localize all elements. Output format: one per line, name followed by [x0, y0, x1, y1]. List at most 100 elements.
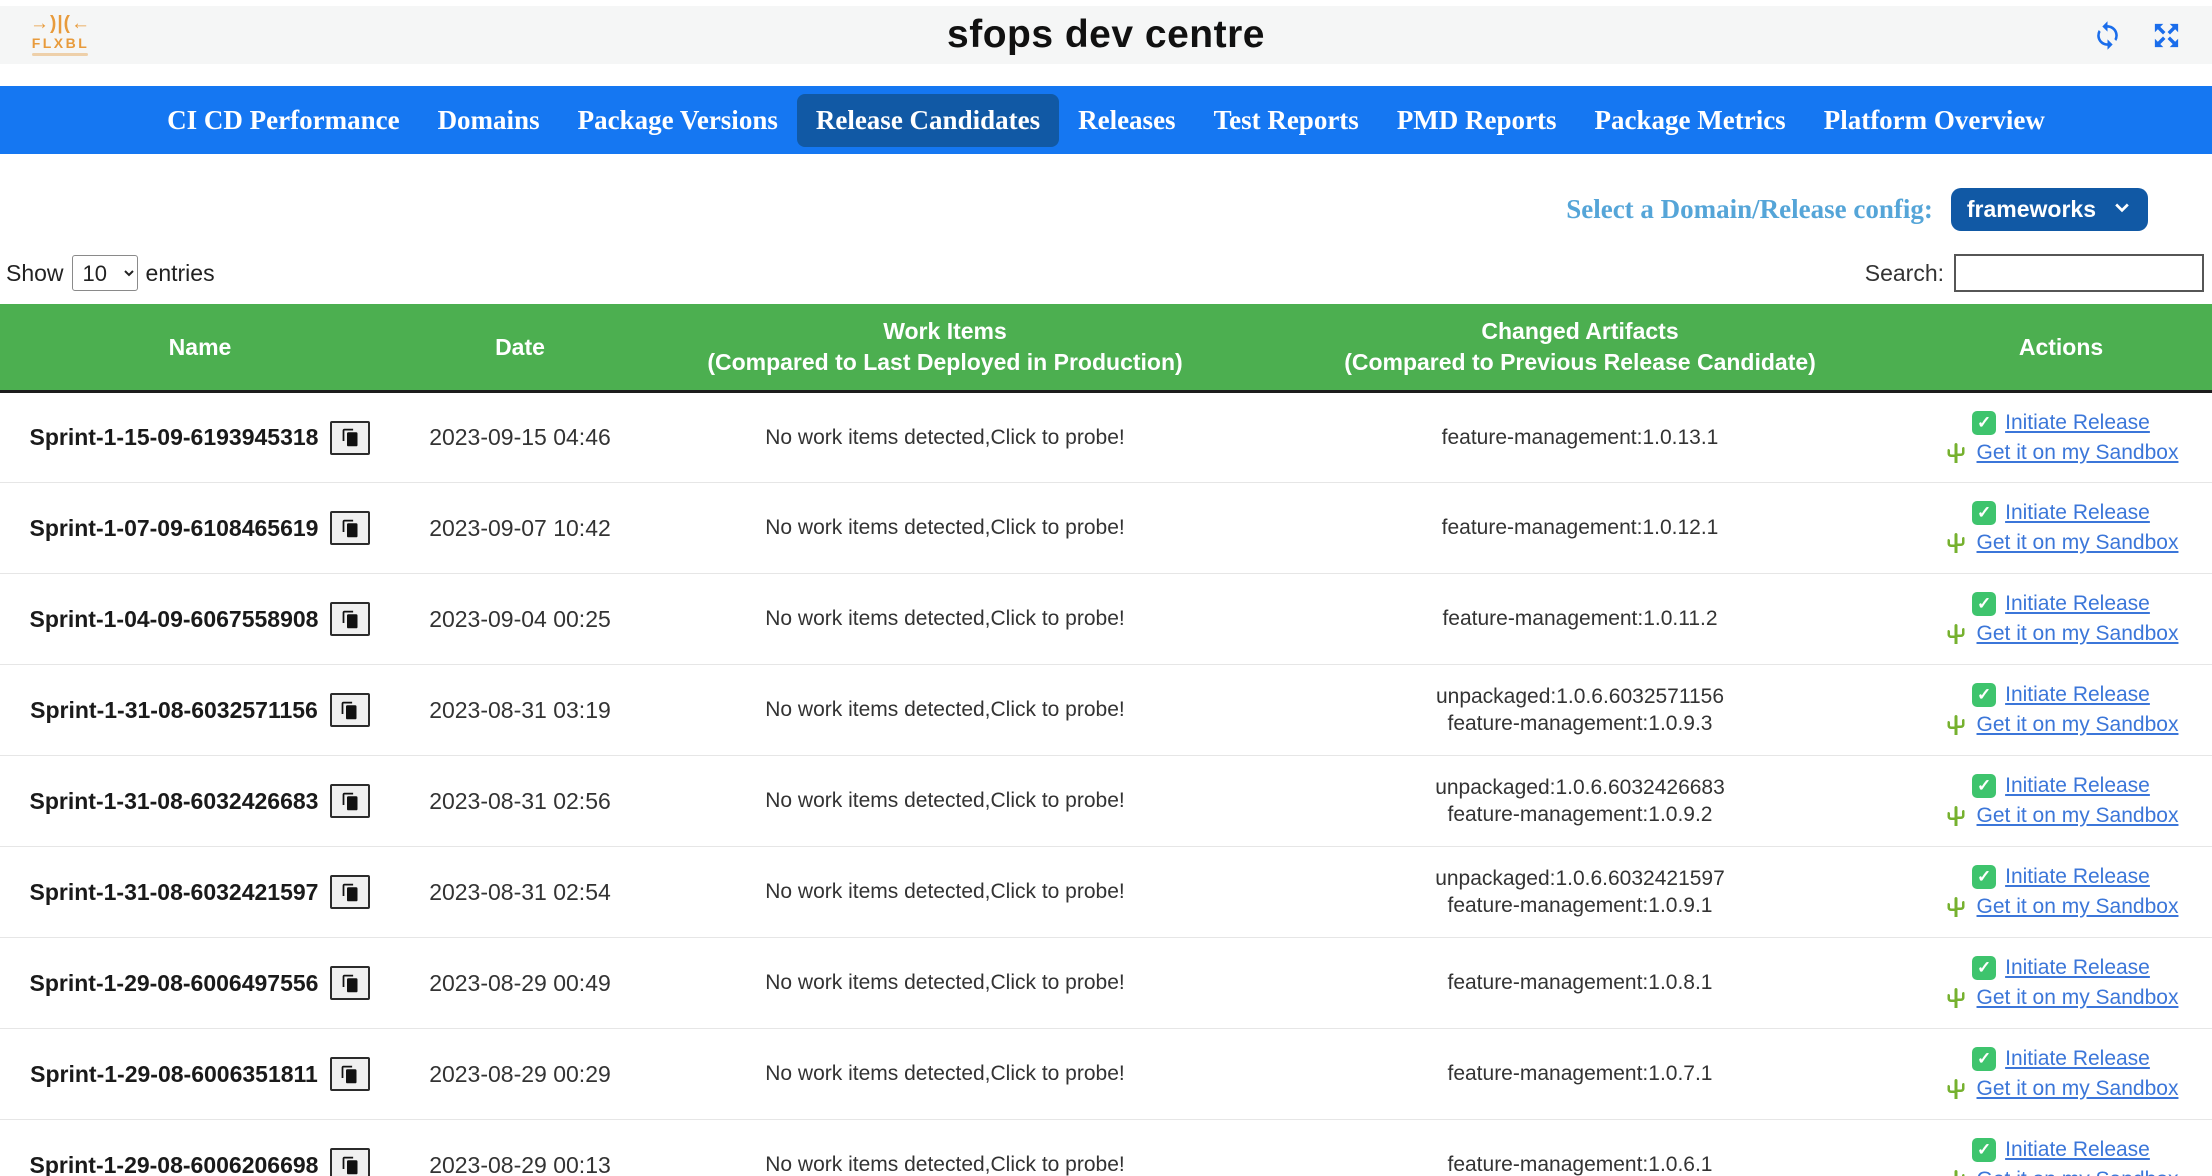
show-label: Show	[6, 260, 64, 287]
work-items-probe[interactable]: No work items detected,Click to probe!	[640, 483, 1250, 574]
initiate-release-link[interactable]: Initiate Release	[2005, 956, 2150, 980]
search-input[interactable]	[1954, 254, 2204, 292]
check-icon: ✓	[1972, 592, 1996, 616]
table-row: Sprint-1-29-08-6006497556 2023-08-29 00:…	[0, 938, 2212, 1029]
copy-icon[interactable]	[330, 511, 370, 545]
changed-artifacts: unpackaged:1.0.6.6032571156feature-manag…	[1250, 665, 1910, 756]
get-sandbox-action: Get it on my Sandbox	[1910, 804, 2212, 828]
table-row: Sprint-1-29-08-6006206698 2023-08-29 00:…	[0, 1120, 2212, 1176]
get-sandbox-link[interactable]: Get it on my Sandbox	[1977, 1077, 2179, 1101]
changed-artifacts: feature-management:1.0.7.1	[1250, 1029, 1910, 1120]
page: →)|(← FLXBL sfops dev centre CI CD Perfo…	[0, 0, 2212, 1176]
artifact-version: unpackaged:1.0.6.6032421597	[1250, 867, 1910, 891]
get-sandbox-action: Get it on my Sandbox	[1910, 713, 2212, 737]
initiate-release-link[interactable]: Initiate Release	[2005, 592, 2150, 616]
entries-label: entries	[146, 260, 215, 287]
initiate-release-link[interactable]: Initiate Release	[2005, 1047, 2150, 1071]
initiate-release-link[interactable]: Initiate Release	[2005, 411, 2150, 435]
copy-icon[interactable]	[330, 693, 370, 727]
get-sandbox-link[interactable]: Get it on my Sandbox	[1977, 441, 2179, 465]
get-sandbox-link[interactable]: Get it on my Sandbox	[1977, 713, 2179, 737]
release-candidate-name: Sprint-1-31-08-6032421597	[30, 879, 319, 906]
release-candidate-date: 2023-09-15 04:46	[400, 392, 640, 483]
table-body: Sprint-1-15-09-6193945318 2023-09-15 04:…	[0, 392, 2212, 1176]
check-icon: ✓	[1972, 501, 1996, 525]
check-icon: ✓	[1972, 1047, 1996, 1071]
get-sandbox-link[interactable]: Get it on my Sandbox	[1977, 895, 2179, 919]
work-items-probe[interactable]: No work items detected,Click to probe!	[640, 756, 1250, 847]
show-entries: Show 10 entries	[6, 255, 215, 291]
table-header-row: Name Date Work Items(Compared to Last De…	[0, 304, 2212, 392]
work-items-probe[interactable]: No work items detected,Click to probe!	[640, 938, 1250, 1029]
changed-artifacts: feature-management:1.0.8.1	[1250, 938, 1910, 1029]
search-box: Search:	[1865, 254, 2204, 292]
release-candidates-table: Name Date Work Items(Compared to Last De…	[0, 304, 2212, 1176]
domain-config-value: frameworks	[1967, 196, 2096, 223]
release-candidate-date: 2023-08-31 02:56	[400, 756, 640, 847]
artifact-version: feature-management:1.0.8.1	[1250, 971, 1910, 995]
check-icon: ✓	[1972, 683, 1996, 707]
page-size-select[interactable]: 10	[72, 255, 138, 291]
initiate-release-link[interactable]: Initiate Release	[2005, 774, 2150, 798]
get-sandbox-link[interactable]: Get it on my Sandbox	[1977, 986, 2179, 1010]
cactus-icon	[1944, 986, 1968, 1010]
cactus-icon	[1944, 622, 1968, 646]
cactus-icon	[1944, 713, 1968, 737]
page-title: sfops dev centre	[0, 13, 2212, 57]
copy-icon[interactable]	[330, 602, 370, 636]
column-header-name: Name	[0, 304, 400, 392]
nav-tab-domains[interactable]: Domains	[419, 94, 559, 147]
work-items-probe[interactable]: No work items detected,Click to probe!	[640, 1120, 1250, 1176]
work-items-probe[interactable]: No work items detected,Click to probe!	[640, 665, 1250, 756]
changed-artifacts: unpackaged:1.0.6.6032426683feature-manag…	[1250, 756, 1910, 847]
nav-tab-ci-cd-performance[interactable]: CI CD Performance	[148, 94, 418, 147]
domain-config-dropdown[interactable]: frameworks	[1951, 188, 2148, 231]
nav-tab-test-reports[interactable]: Test Reports	[1195, 94, 1378, 147]
refresh-icon[interactable]	[2092, 20, 2123, 51]
work-items-probe[interactable]: No work items detected,Click to probe!	[640, 847, 1250, 938]
table-row: Sprint-1-15-09-6193945318 2023-09-15 04:…	[0, 392, 2212, 483]
check-icon: ✓	[1972, 865, 1996, 889]
changed-artifacts: feature-management:1.0.6.1	[1250, 1120, 1910, 1176]
get-sandbox-link[interactable]: Get it on my Sandbox	[1977, 1168, 2179, 1176]
artifact-version: feature-management:1.0.13.1	[1250, 426, 1910, 450]
nav-tab-pmd-reports[interactable]: PMD Reports	[1378, 94, 1576, 147]
get-sandbox-link[interactable]: Get it on my Sandbox	[1977, 531, 2179, 555]
release-candidate-date: 2023-09-04 00:25	[400, 574, 640, 665]
cactus-icon	[1944, 1077, 1968, 1101]
expand-icon[interactable]	[2151, 20, 2182, 51]
copy-icon[interactable]	[330, 1148, 370, 1176]
initiate-release-link[interactable]: Initiate Release	[2005, 1138, 2150, 1162]
get-sandbox-action: Get it on my Sandbox	[1910, 895, 2212, 919]
work-items-probe[interactable]: No work items detected,Click to probe!	[640, 392, 1250, 483]
copy-icon[interactable]	[330, 421, 370, 455]
cactus-icon	[1944, 895, 1968, 919]
nav-tab-release-candidates[interactable]: Release Candidates	[797, 94, 1059, 147]
cactus-icon	[1944, 531, 1968, 555]
nav-tab-platform-overview[interactable]: Platform Overview	[1805, 94, 2064, 147]
copy-icon[interactable]	[330, 875, 370, 909]
changed-artifacts: feature-management:1.0.13.1	[1250, 392, 1910, 483]
nav-tab-package-metrics[interactable]: Package Metrics	[1576, 94, 1805, 147]
artifact-version: feature-management:1.0.7.1	[1250, 1062, 1910, 1086]
table-row: Sprint-1-29-08-6006351811 2023-08-29 00:…	[0, 1029, 2212, 1120]
initiate-release-link[interactable]: Initiate Release	[2005, 865, 2150, 889]
artifact-version: feature-management:1.0.9.1	[1250, 894, 1910, 918]
copy-icon[interactable]	[330, 784, 370, 818]
initiate-release-link[interactable]: Initiate Release	[2005, 683, 2150, 707]
copy-icon[interactable]	[330, 966, 370, 1000]
column-header-changed-artifacts: Changed Artifacts(Compared to Previous R…	[1250, 304, 1910, 392]
nav-tab-releases[interactable]: Releases	[1059, 94, 1194, 147]
work-items-probe[interactable]: No work items detected,Click to probe!	[640, 1029, 1250, 1120]
nav-tab-package-versions[interactable]: Package Versions	[559, 94, 797, 147]
get-sandbox-link[interactable]: Get it on my Sandbox	[1977, 804, 2179, 828]
table-row: Sprint-1-31-08-6032571156 2023-08-31 03:…	[0, 665, 2212, 756]
header-icons	[2092, 20, 2182, 51]
initiate-release-link[interactable]: Initiate Release	[2005, 501, 2150, 525]
get-sandbox-action: Get it on my Sandbox	[1910, 441, 2212, 465]
cactus-icon	[1944, 1168, 1968, 1176]
get-sandbox-link[interactable]: Get it on my Sandbox	[1977, 622, 2179, 646]
copy-icon[interactable]	[330, 1057, 370, 1091]
work-items-probe[interactable]: No work items detected,Click to probe!	[640, 574, 1250, 665]
release-candidate-date: 2023-08-31 02:54	[400, 847, 640, 938]
